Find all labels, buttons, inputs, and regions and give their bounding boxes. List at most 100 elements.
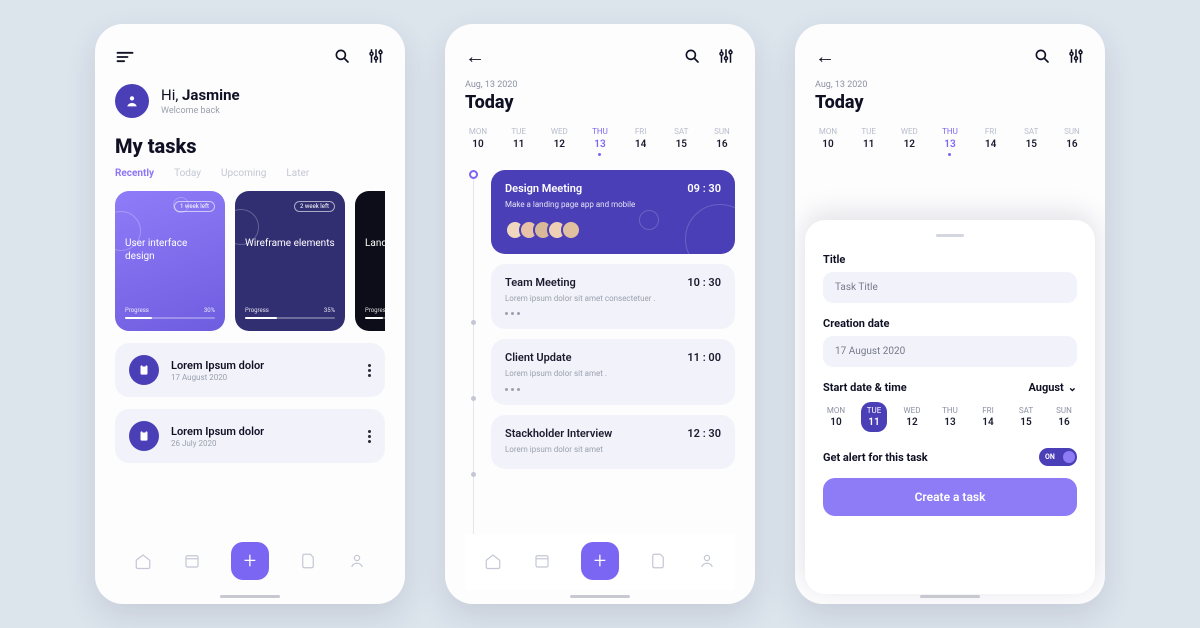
day-cell[interactable]: MON10 (823, 402, 849, 432)
day-cell[interactable]: SUN16 (709, 127, 735, 156)
list-item-date: 26 July 2020 (171, 439, 264, 448)
filter-icon[interactable] (367, 47, 385, 65)
bottom-nav: + (465, 534, 735, 590)
day-cell[interactable]: WED12 (546, 127, 572, 156)
event-title: Client Update (505, 351, 572, 364)
event-card[interactable]: Team Meeting10 : 30 Lorem ipsum dolor si… (491, 264, 735, 329)
card-badge: 2 week left (294, 201, 335, 212)
topbar: ← (815, 42, 1085, 70)
sheet-handle[interactable] (936, 234, 964, 237)
day-cell[interactable]: TUE11 (856, 127, 882, 156)
day-cell[interactable]: SUN16 (1051, 402, 1077, 432)
event-desc: Lorem ipsum dolor sit amet consectetuer … (505, 293, 721, 304)
day-cell[interactable]: MON10 (465, 127, 491, 156)
profile-icon[interactable] (348, 552, 366, 570)
task-card[interactable]: Landing design Progress (355, 191, 385, 331)
more-icon[interactable] (368, 430, 371, 443)
event-time: 09 : 30 (687, 182, 721, 195)
day-cell[interactable]: FRI14 (978, 127, 1004, 156)
calendar-icon[interactable] (533, 552, 551, 570)
search-icon[interactable] (683, 47, 701, 65)
alert-toggle[interactable]: ON (1039, 448, 1077, 466)
more-icon[interactable] (368, 364, 371, 377)
home-icon[interactable] (134, 552, 152, 570)
page-title: My tasks (115, 134, 385, 158)
home-icon[interactable] (484, 552, 502, 570)
day-cell[interactable]: TUE11 (861, 402, 887, 432)
day-cell[interactable]: TUE11 (506, 127, 532, 156)
day-cell[interactable]: FRI14 (975, 402, 1001, 432)
tab-later[interactable]: Later (286, 168, 309, 179)
day-cell[interactable]: MON10 (815, 127, 841, 156)
back-icon[interactable]: ← (465, 44, 485, 69)
topbar (115, 42, 385, 70)
topbar: ← (465, 42, 735, 70)
month-selector[interactable]: August⌄ (1028, 381, 1077, 394)
tab-today[interactable]: Today (174, 168, 201, 179)
greeting-row: Hi, Jasmine Welcome back (115, 84, 385, 118)
more-icon[interactable] (505, 388, 721, 391)
today-heading: Today (815, 92, 1085, 113)
event-desc: Make a landing page app and mobile (505, 199, 721, 210)
bottom-nav: + (115, 534, 385, 590)
list-item[interactable]: Lorem Ipsum dolor17 August 2020 (115, 343, 385, 397)
list-item-date: 17 August 2020 (171, 373, 264, 382)
create-task-button[interactable]: Create a task (823, 478, 1077, 516)
clipboard-icon (129, 421, 159, 451)
calendar-icon[interactable] (183, 552, 201, 570)
add-button[interactable]: + (231, 542, 269, 580)
add-button[interactable]: + (581, 542, 619, 580)
day-cell[interactable]: FRI14 (628, 127, 654, 156)
event-card[interactable]: Design Meeting09 : 30 Make a landing pag… (491, 170, 735, 254)
search-icon[interactable] (1033, 47, 1051, 65)
event-desc: Lorem ipsum dolor sit amet . (505, 368, 721, 379)
filter-icon[interactable] (1067, 47, 1085, 65)
date-picker-week: MON10 TUE11 WED12 THU13 FRI14 SAT15 SUN16 (823, 402, 1077, 432)
tab-recently[interactable]: Recently (115, 168, 154, 179)
start-date-label: Start date & time (823, 381, 907, 394)
event-title: Team Meeting (505, 276, 576, 289)
screen-my-tasks: Hi, Jasmine Welcome back My tasks Recent… (95, 24, 405, 604)
event-card[interactable]: Stackholder Interview12 : 30 Lorem ipsum… (491, 415, 735, 469)
document-icon[interactable] (649, 552, 667, 570)
day-cell[interactable]: SAT15 (668, 127, 694, 156)
day-cell[interactable]: WED12 (899, 402, 925, 432)
filter-icon[interactable] (717, 47, 735, 65)
day-cell[interactable]: THU13 (587, 127, 613, 156)
creation-date-label: Creation date (823, 317, 1077, 330)
task-card[interactable]: 1 week left User interface design Progre… (115, 191, 225, 331)
avatar[interactable] (115, 84, 149, 118)
week-strip: MON10 TUE11 WED12 THU13 FRI14 SAT15 SUN16 (815, 127, 1085, 156)
title-label: Title (823, 253, 1077, 266)
back-icon[interactable]: ← (815, 44, 835, 69)
chevron-down-icon: ⌄ (1068, 381, 1077, 394)
task-cards: 1 week left User interface design Progre… (115, 191, 385, 331)
day-cell[interactable]: SAT15 (1013, 402, 1039, 432)
day-cell[interactable]: THU13 (937, 402, 963, 432)
task-card[interactable]: 2 week left Wireframe elements Progress3… (235, 191, 345, 331)
today-heading: Today (465, 92, 735, 113)
task-tabs: Recently Today Upcoming Later (115, 168, 385, 179)
event-card[interactable]: Client Update11 : 00 Lorem ipsum dolor s… (491, 339, 735, 404)
menu-icon[interactable] (115, 47, 133, 65)
timeline: Design Meeting09 : 30 Make a landing pag… (465, 170, 735, 534)
tab-upcoming[interactable]: Upcoming (221, 168, 266, 179)
list-item-title: Lorem Ipsum dolor (171, 359, 264, 372)
title-input[interactable]: Task Title (823, 272, 1077, 303)
event-time: 12 : 30 (687, 427, 721, 440)
list-item[interactable]: Lorem Ipsum dolor26 July 2020 (115, 409, 385, 463)
card-badge: 1 week left (174, 201, 215, 212)
day-cell[interactable]: SUN16 (1059, 127, 1085, 156)
create-task-sheet: Title Task Title Creation date 17 August… (805, 220, 1095, 594)
creation-date-input[interactable]: 17 August 2020 (823, 336, 1077, 367)
day-cell[interactable]: WED12 (896, 127, 922, 156)
document-icon[interactable] (299, 552, 317, 570)
profile-icon[interactable] (698, 552, 716, 570)
search-icon[interactable] (333, 47, 351, 65)
list-item-title: Lorem Ipsum dolor (171, 425, 264, 438)
day-cell[interactable]: SAT15 (1018, 127, 1044, 156)
event-desc: Lorem ipsum dolor sit amet (505, 444, 721, 455)
card-title: Landing design (365, 237, 385, 250)
more-icon[interactable] (505, 312, 721, 315)
day-cell[interactable]: THU13 (937, 127, 963, 156)
